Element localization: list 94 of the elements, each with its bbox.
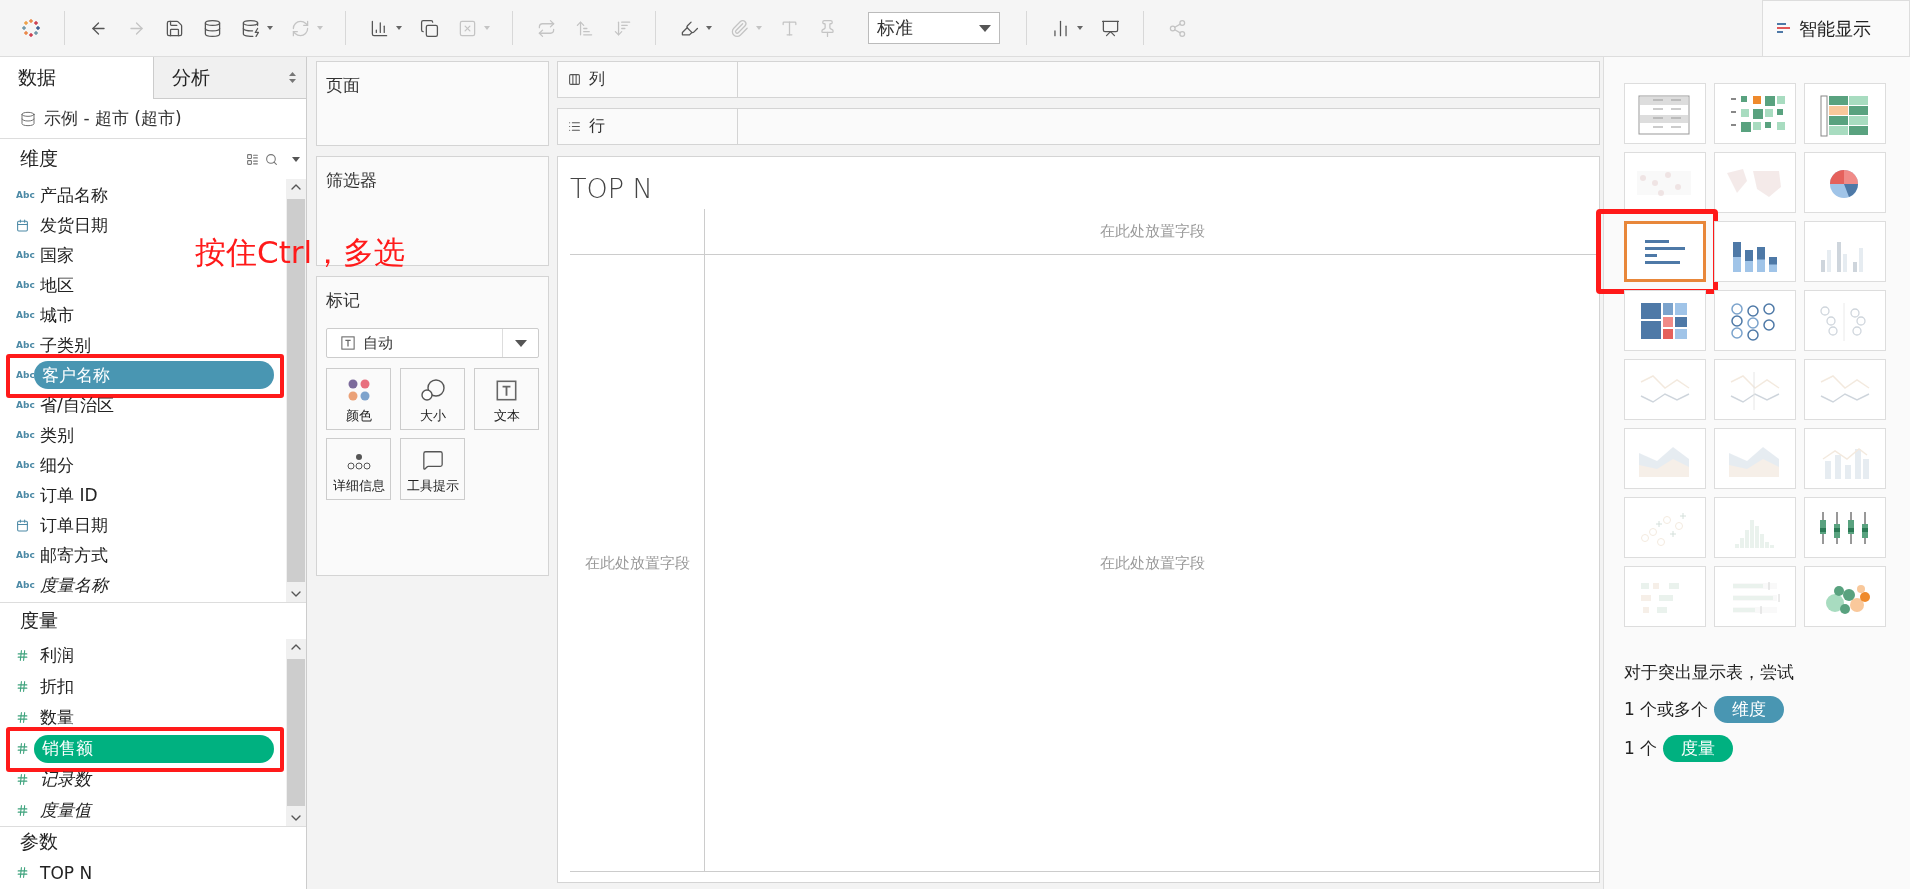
show-me-label: 智能显示: [1799, 16, 1871, 41]
chart-type-button[interactable]: [1624, 221, 1706, 282]
caret-icon[interactable]: [396, 26, 402, 30]
mark-type-dropdown[interactable]: 自动: [326, 328, 539, 358]
annotation-text: 按住Ctrl，多选: [195, 233, 406, 272]
caret-icon[interactable]: [706, 26, 712, 30]
requirement-count: 1 个或多个: [1624, 698, 1709, 721]
abc-icon: Abc: [16, 580, 35, 590]
bar-chart-icon: [1777, 21, 1791, 36]
section-title: 参数: [20, 829, 59, 854]
drop-zone-label: 在此处放置字段: [1099, 553, 1205, 573]
mark-property-button[interactable]: 文本: [474, 368, 539, 430]
shelf-label: 列: [589, 69, 605, 90]
caret-icon: [979, 24, 991, 32]
hash-icon: [16, 711, 29, 724]
search-icon[interactable]: [265, 152, 278, 166]
mark-type-value: 自动: [363, 333, 393, 353]
field-name[interactable]: 折扣: [40, 675, 74, 698]
database-icon: [20, 110, 36, 127]
abc-icon: Abc: [16, 250, 35, 260]
field-name[interactable]: 订单日期: [40, 513, 108, 537]
field-name[interactable]: 城市: [40, 303, 74, 327]
circles-icon: [420, 379, 445, 401]
mark-property-button[interactable]: 工具提示: [400, 438, 465, 500]
abc-icon: Abc: [16, 400, 35, 410]
filters-shelf-title: 筛选器: [326, 169, 378, 192]
field-name[interactable]: 地区: [40, 273, 74, 297]
columns-icon: [568, 73, 581, 86]
field-name[interactable]: 度量名称: [40, 573, 108, 597]
field-name[interactable]: 记录数: [40, 768, 91, 791]
columns-shelf[interactable]: 列: [557, 61, 1600, 98]
abc-icon: Abc: [16, 340, 35, 350]
field-name[interactable]: 国家: [40, 243, 74, 267]
data-source-name[interactable]: 示例 - 超市 (超市): [44, 107, 182, 130]
text-icon: [341, 336, 355, 350]
field-type-pill: 维度: [1714, 696, 1785, 723]
dots-icon: [346, 453, 371, 471]
calendar-icon: [16, 518, 29, 532]
field-name[interactable]: 度量值: [40, 799, 91, 822]
field-name[interactable]: 子类别: [40, 333, 91, 357]
field-type-pill: 度量: [1663, 735, 1734, 762]
drop-zone-label: 在此处放置字段: [1099, 222, 1205, 241]
up-down-icon: [289, 72, 296, 83]
abc-icon: Abc: [16, 460, 35, 470]
show-me-tab[interactable]: 智能显示: [1762, 0, 1910, 56]
caret-icon[interactable]: [267, 26, 273, 30]
scrollbar[interactable]: [286, 639, 306, 826]
abc-icon: Abc: [16, 280, 35, 290]
color-dots-icon: [347, 379, 370, 401]
abc-icon: Abc: [16, 490, 35, 500]
rows-shelf[interactable]: 行: [557, 108, 1600, 145]
text-icon: [496, 380, 517, 401]
calendar-icon: [16, 218, 29, 232]
mark-property-button[interactable]: 大小: [400, 368, 465, 430]
caret-icon[interactable]: [1077, 26, 1083, 30]
hash-icon: [16, 773, 29, 786]
field-name[interactable]: 邮寄方式: [40, 543, 108, 567]
pages-shelf-title: 页面: [326, 74, 361, 97]
field-name[interactable]: 订单 ID: [40, 483, 98, 507]
shelf-label: 行: [589, 116, 605, 137]
abc-icon: Abc: [16, 550, 35, 560]
fit-dropdown[interactable]: 标准: [868, 12, 1000, 44]
requirement-count: 1 个: [1624, 737, 1658, 760]
field-name[interactable]: 利润: [40, 644, 74, 667]
section-title: 度量: [20, 608, 59, 633]
field-name[interactable]: 产品名称: [40, 183, 108, 207]
field-name[interactable]: 数量: [40, 706, 74, 729]
abc-icon: Abc: [16, 310, 35, 320]
field-name[interactable]: 类别: [40, 423, 74, 447]
rows-icon: [568, 120, 581, 133]
abc-icon: Abc: [16, 430, 35, 440]
marks-card-title: 标记: [326, 289, 361, 312]
logo-icon: [21, 18, 41, 38]
pane-tab[interactable]: 分析: [152, 57, 306, 99]
caret-icon: [514, 339, 527, 347]
hash-icon: [16, 804, 29, 817]
mark-property-button[interactable]: 颜色: [326, 368, 391, 430]
drop-zone-label: 在此处放置字段: [585, 553, 690, 573]
section-title: 维度: [20, 146, 59, 171]
hint-text: 对于突出显示表，尝试: [1624, 661, 1795, 684]
hash-icon: [16, 649, 29, 662]
hash-icon: [16, 742, 29, 755]
abc-icon: Abc: [16, 190, 35, 200]
caret-icon[interactable]: [292, 156, 300, 162]
field-name[interactable]: 发货日期: [40, 213, 108, 237]
sheet-title: TOP N: [570, 172, 654, 206]
hash-icon: [16, 866, 29, 879]
field-name[interactable]: TOP N: [40, 862, 93, 883]
field-name[interactable]: 细分: [40, 453, 74, 477]
speech-bubble-icon: [421, 449, 444, 471]
list-view-icon[interactable]: [246, 152, 259, 166]
hash-icon: [16, 680, 29, 693]
field-name[interactable]: 省/自治区: [40, 393, 114, 417]
mark-property-button[interactable]: 详细信息: [326, 438, 391, 500]
